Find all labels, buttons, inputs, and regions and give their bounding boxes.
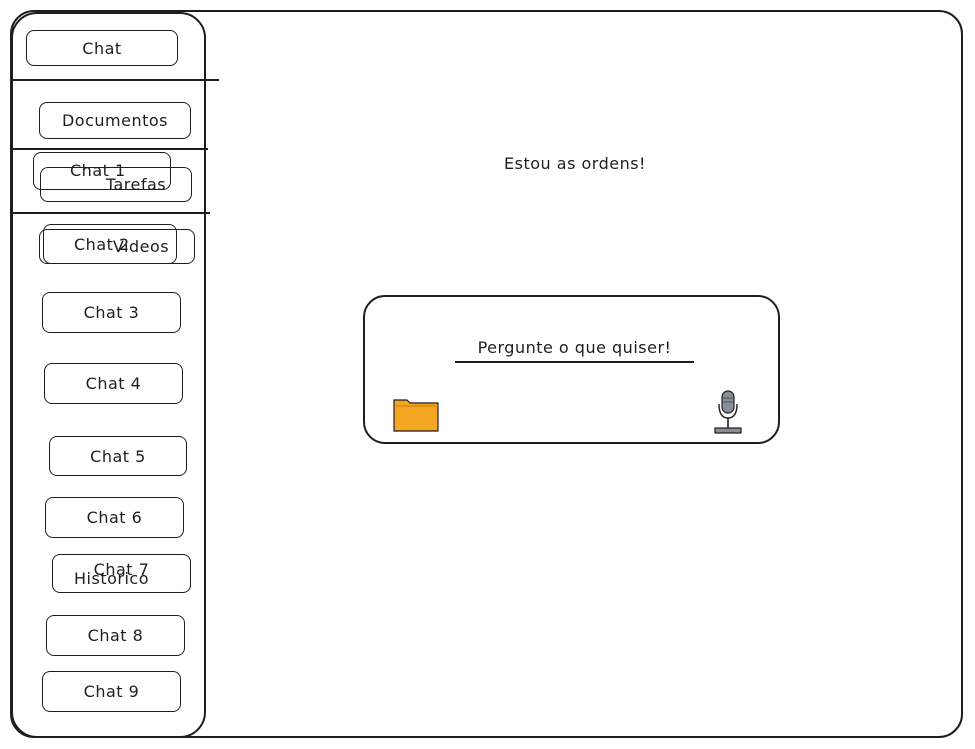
new-chat-button[interactable]: Chat (26, 30, 178, 66)
chat-item-4[interactable]: Chat 4 (44, 363, 183, 404)
sidebar-divider (11, 148, 208, 150)
chat-item-8[interactable]: Chat 8 (46, 615, 185, 656)
microphone-icon[interactable] (712, 390, 744, 435)
menu-item-historico[interactable]: Historico (52, 566, 191, 590)
chat-item-6[interactable]: Chat 6 (45, 497, 184, 538)
menu-item-tarefas[interactable]: Tarefas (40, 167, 192, 202)
chat-item-5[interactable]: Chat 5 (49, 436, 187, 476)
sidebar-divider (11, 79, 219, 81)
chat-item-9[interactable]: Chat 9 (42, 671, 181, 712)
menu-item-documentos[interactable]: Documentos (39, 102, 191, 139)
prompt-input[interactable] (455, 333, 694, 363)
chat-item-3[interactable]: Chat 3 (42, 292, 181, 333)
sidebar-divider (11, 212, 210, 214)
menu-item-videos[interactable]: Videos (39, 229, 195, 264)
greeting-text: Estou as ordens! (504, 154, 646, 173)
folder-icon[interactable] (393, 396, 439, 432)
